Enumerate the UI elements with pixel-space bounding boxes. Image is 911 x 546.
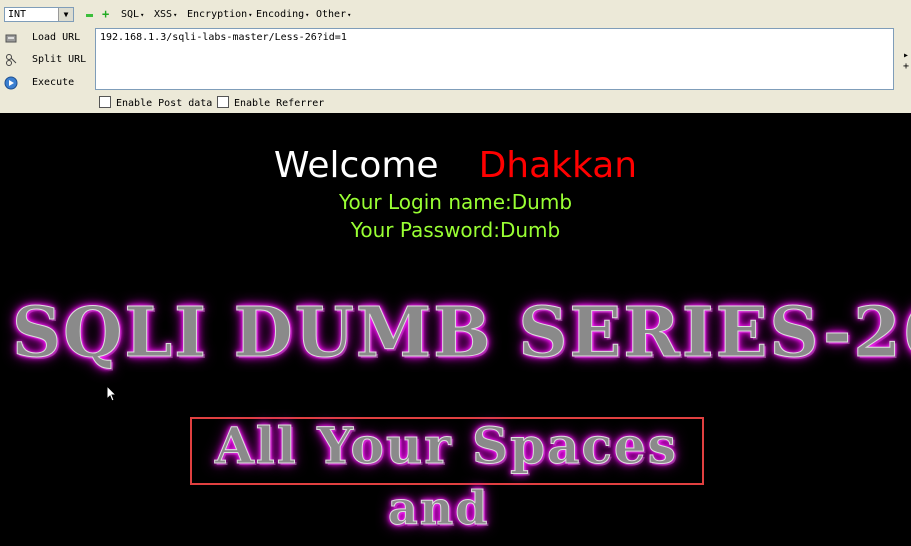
menu-encoding[interactable]: Encoding▾ [256,9,309,20]
page-content: Welcome Dhakkan Your Login name:Dumb Your… [0,113,911,546]
checkbox-box[interactable] [217,96,229,108]
mouse-cursor-icon [106,385,118,402]
banner-title: SQLI DUMB SERIES-26 [12,293,911,374]
load-url-icon [5,34,17,43]
banner-line-2: and [387,481,490,536]
enable-referrer-checkbox[interactable]: Enable Referrer [217,96,324,109]
checkbox-box[interactable] [99,96,111,108]
hackbar-menubar: INT ▼ + SQL▾ XSS▾ Encryption▾ Encoding▾ … [0,5,911,25]
type-select[interactable]: INT ▼ [4,7,74,22]
expand-icon[interactable]: ▸ + [903,50,909,72]
menu-other[interactable]: Other▾ [316,9,351,20]
decrease-icon[interactable] [86,14,93,17]
welcome-heading: Welcome Dhakkan [0,145,911,186]
increase-icon[interactable]: + [102,7,109,21]
banner-line-1: All Your Spaces [215,416,678,476]
welcome-text: Welcome [273,145,439,186]
chevron-down-icon: ▼ [58,8,73,21]
menu-sql[interactable]: SQL▾ [121,9,144,20]
welcome-name: Dhakkan [478,145,638,186]
menu-encryption[interactable]: Encryption▾ [187,9,252,20]
type-select-value: INT [8,9,27,20]
enable-post-data-checkbox[interactable]: Enable Post data [99,96,212,109]
password-text: Your Password:Dumb [350,218,561,242]
execute-icon [4,76,18,90]
menu-xss[interactable]: XSS▾ [154,9,177,20]
url-input[interactable]: 192.168.1.3/sqli-labs-master/Less-26?id=… [95,28,894,90]
hackbar-toolbar: INT ▼ + SQL▾ XSS▾ Encryption▾ Encoding▾ … [0,0,911,113]
login-name-text: Your Login name:Dumb [338,190,573,214]
split-url-icon [6,54,17,66]
